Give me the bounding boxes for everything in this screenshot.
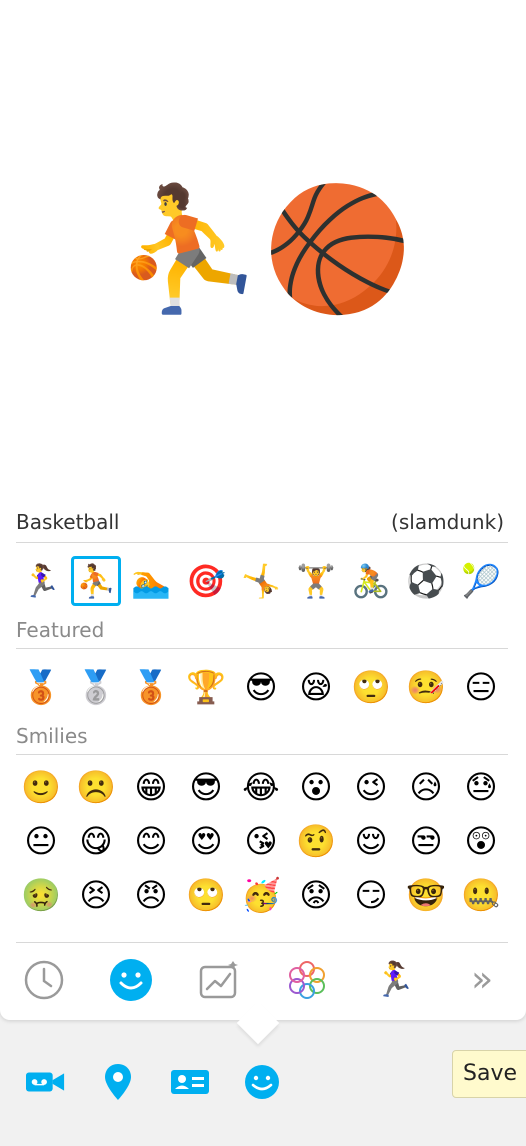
emoji-tile[interactable]: 🤨	[291, 816, 341, 866]
emoji-tile[interactable]: 🤢	[16, 870, 66, 920]
smilies-row: 🙂 ☹️ 😁 😎 😂 😮 😉 😥 😓	[16, 762, 506, 812]
sports-row: 🏃‍♀️ ⛹️ 🏊 🎯 🤸 🏋️ 🚴 ⚽ 🎾	[16, 556, 506, 606]
divider	[16, 754, 508, 755]
smiley-icon	[245, 1065, 279, 1099]
emoji-tile[interactable]: 😐	[16, 816, 66, 866]
emoji-tile[interactable]: ☹️	[71, 762, 121, 812]
emoji-tile[interactable]: 🤸	[236, 556, 286, 606]
emoji-tile[interactable]: 🤓	[401, 870, 451, 920]
emoticon-preview: ⛹🏀	[0, 0, 526, 500]
emoji-tile[interactable]: 😁	[126, 762, 176, 812]
location-button[interactable]	[98, 1062, 138, 1102]
emoji-tile[interactable]: 😉	[346, 762, 396, 812]
emoji-tile[interactable]: 🎾	[456, 556, 506, 606]
category-tabbar: 🏃‍♀️ »	[0, 944, 526, 1016]
smiley-icon	[110, 959, 153, 1001]
more-icon: »	[471, 959, 494, 1000]
emoji-tile[interactable]: 🚴	[346, 556, 396, 606]
emoji-tile-selected[interactable]: ⛹️	[71, 556, 121, 606]
emoji-tile[interactable]: 😂	[236, 762, 286, 812]
emoji-tile[interactable]: 😎	[236, 662, 286, 712]
emoji-tile[interactable]: 😍	[181, 816, 231, 866]
tab-smilies[interactable]	[106, 955, 156, 1005]
emoji-tile[interactable]: 😘	[236, 816, 286, 866]
section-title-featured: Featured	[16, 618, 105, 642]
tooltip: Save i	[452, 1050, 526, 1098]
video-message-button[interactable]	[26, 1062, 66, 1102]
emoji-tile[interactable]: 😲	[456, 816, 506, 866]
emoticon-button[interactable]	[242, 1062, 282, 1102]
emoji-tile[interactable]: 🙄	[346, 662, 396, 712]
tab-sports[interactable]: 🏃‍♀️	[369, 955, 419, 1005]
emoji-tile[interactable]: 🎯	[181, 556, 231, 606]
tab-trending[interactable]	[194, 955, 244, 1005]
emoji-tile[interactable]: 😟	[291, 870, 341, 920]
emoji-tile[interactable]: 😓	[456, 762, 506, 812]
recent-icon	[24, 960, 64, 1000]
emoji-tile[interactable]: 😊	[126, 816, 176, 866]
smilies-row: 😐 😋 😊 😍 😘 🤨 😌 😒 😲	[16, 816, 506, 866]
trending-icon	[199, 961, 239, 999]
contact-card-icon	[171, 1070, 209, 1094]
flower-icon	[288, 961, 325, 999]
emoji-tile[interactable]: 🙂	[16, 762, 66, 812]
divider	[16, 942, 508, 943]
emoji-tile[interactable]: 😏	[346, 870, 396, 920]
emoticon-info: Basketball (slamdunk)	[16, 508, 504, 536]
section-title-smilies: Smilies	[16, 724, 88, 748]
runner-icon: 🏃‍♀️	[373, 960, 416, 1000]
location-pin-icon	[105, 1064, 131, 1100]
emoji-tile[interactable]: ⚽	[401, 556, 451, 606]
emoji-tile[interactable]: 😥	[401, 762, 451, 812]
emoticon-shortcode: (slamdunk)	[391, 510, 504, 534]
emoji-tile[interactable]: 😠	[126, 870, 176, 920]
divider	[16, 648, 508, 649]
emoji-tile[interactable]: 🏋️	[291, 556, 341, 606]
emoji-tile[interactable]: 😑	[456, 662, 506, 712]
emoji-tile[interactable]: 🥉	[16, 662, 66, 712]
emoji-tile[interactable]: 😪	[291, 662, 341, 712]
emoji-tile[interactable]: 🏃‍♀️	[16, 556, 66, 606]
chat-input-toolbar	[0, 1050, 526, 1114]
featured-row: 🥉 🥈 🥉 🏆 😎 😪 🙄 🤒 😑	[16, 662, 506, 712]
emoji-tile[interactable]: 😋	[71, 816, 121, 866]
emoji-tile[interactable]: 😒	[401, 816, 451, 866]
tab-recent[interactable]	[19, 955, 69, 1005]
emoticon-name: Basketball	[16, 510, 120, 534]
tab-flowers[interactable]	[282, 955, 332, 1005]
emoji-tile[interactable]: 😮	[291, 762, 341, 812]
send-contact-button[interactable]	[170, 1062, 210, 1102]
emoji-tile[interactable]: 🤐	[456, 870, 506, 920]
emoji-tile[interactable]: 😎	[181, 762, 231, 812]
smilies-grid: 🙂 ☹️ 😁 😎 😂 😮 😉 😥 😓 😐 😋 😊 😍 😘 🤨 😌 😒 😲 🤢 😣	[16, 762, 506, 942]
tab-more[interactable]: »	[457, 955, 507, 1005]
emoji-tile[interactable]: 😌	[346, 816, 396, 866]
divider	[16, 542, 508, 543]
emoji-tile[interactable]: 🙄	[181, 870, 231, 920]
emoji-tile[interactable]: 🥉	[126, 662, 176, 712]
emoji-tile[interactable]: 😣	[71, 870, 121, 920]
emoji-tile[interactable]: 🏊	[126, 556, 176, 606]
emoji-tile[interactable]: 🤒	[401, 662, 451, 712]
emoji-tile[interactable]: 🥳	[236, 870, 286, 920]
emoji-tile[interactable]: 🏆	[181, 662, 231, 712]
emoji-tile[interactable]: 🥈	[71, 662, 121, 712]
smilies-row: 🤢 😣 😠 🙄 🥳 😟 😏 🤓 🤐	[16, 870, 506, 920]
emoticon-picker: ⛹🏀 Basketball (slamdunk) 🏃‍♀️ ⛹️ 🏊 🎯 🤸 🏋…	[0, 0, 526, 1020]
video-message-icon	[26, 1072, 65, 1092]
preview-emoji: ⛹🏀	[113, 180, 413, 319]
